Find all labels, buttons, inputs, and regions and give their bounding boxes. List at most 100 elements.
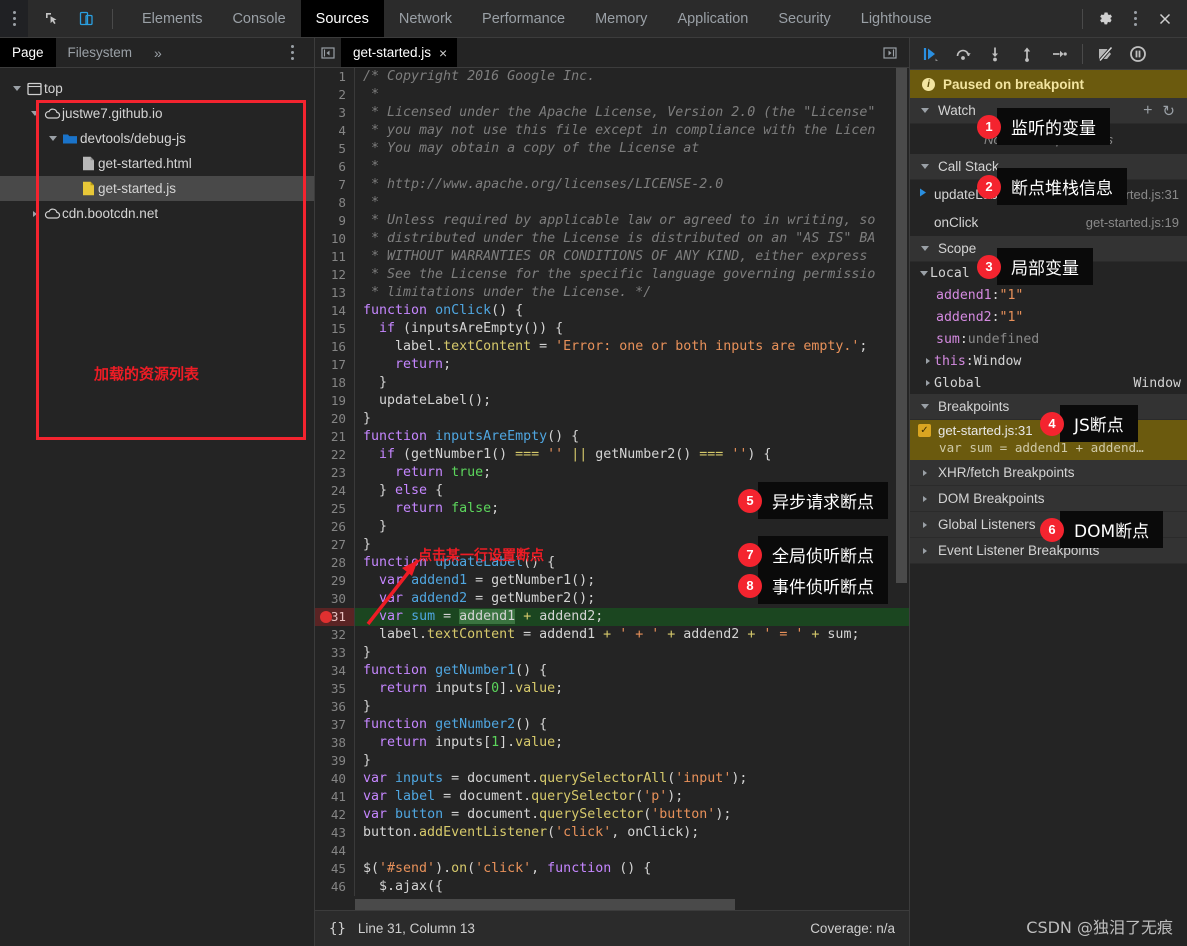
- tab-scroll-right-icon[interactable]: [877, 45, 903, 61]
- tree-item-get-started-js[interactable]: get-started.js: [0, 176, 314, 201]
- scope-local-header[interactable]: Local: [910, 262, 1187, 284]
- line-number[interactable]: 11: [315, 248, 355, 266]
- code-line[interactable]: 3 * Licensed under the Apache License, V…: [315, 104, 909, 122]
- line-number[interactable]: 45: [315, 860, 355, 878]
- line-number[interactable]: 21: [315, 428, 355, 446]
- line-number[interactable]: 1: [315, 68, 355, 86]
- line-number[interactable]: 41: [315, 788, 355, 806]
- code-line[interactable]: 35 return inputs[0].value;: [315, 680, 909, 698]
- tab-console[interactable]: Console: [217, 0, 300, 37]
- code-line[interactable]: 13 * limitations under the License. */: [315, 284, 909, 302]
- code-line[interactable]: 6 *: [315, 158, 909, 176]
- line-number[interactable]: 4: [315, 122, 355, 140]
- code-line[interactable]: 7 * http://www.apache.org/licenses/LICEN…: [315, 176, 909, 194]
- line-number[interactable]: 34: [315, 662, 355, 680]
- navigator-tab-page[interactable]: Page: [0, 38, 56, 67]
- line-number[interactable]: 16: [315, 338, 355, 356]
- breakpoints-section-header[interactable]: Breakpoints: [910, 394, 1187, 420]
- breakpoint-item[interactable]: ✓ get-started.js:31 var sum = addend1 + ad…: [910, 420, 1187, 460]
- code-line[interactable]: 44: [315, 842, 909, 860]
- code-line[interactable]: 12 * See the License for the specific la…: [315, 266, 909, 284]
- line-number[interactable]: 36: [315, 698, 355, 716]
- step-over-icon[interactable]: [948, 41, 978, 67]
- line-number[interactable]: 31: [315, 608, 355, 626]
- line-number[interactable]: 33: [315, 644, 355, 662]
- close-icon[interactable]: [1151, 5, 1179, 33]
- line-number[interactable]: 44: [315, 842, 355, 860]
- breakpoint-subsection-xhr-fetch-breakpoints[interactable]: XHR/fetch Breakpoints: [910, 460, 1187, 486]
- close-tab-icon[interactable]: ×: [439, 46, 447, 60]
- code-line[interactable]: 29 var addend1 = getNumber1();: [315, 572, 909, 590]
- code-line[interactable]: 34 function getNumber1() {: [315, 662, 909, 680]
- editor-horizontal-scrollbar[interactable]: [355, 899, 735, 910]
- line-number[interactable]: 12: [315, 266, 355, 284]
- code-line[interactable]: 20}: [315, 410, 909, 428]
- main-menu-button[interactable]: [0, 0, 28, 37]
- line-number[interactable]: 17: [315, 356, 355, 374]
- tab-memory[interactable]: Memory: [580, 0, 662, 37]
- line-number[interactable]: 40: [315, 770, 355, 788]
- code-line[interactable]: 40 var inputs = document.querySelectorAll…: [315, 770, 909, 788]
- code-line[interactable]: 25 return false;: [315, 500, 909, 518]
- navigator-menu-icon[interactable]: [278, 39, 306, 67]
- line-number[interactable]: 32: [315, 626, 355, 644]
- line-number[interactable]: 46: [315, 878, 355, 896]
- code-line[interactable]: 32 label.textContent = addend1 + ' + ' +…: [315, 626, 909, 644]
- step-into-icon[interactable]: [980, 41, 1010, 67]
- line-number[interactable]: 9: [315, 212, 355, 230]
- step-out-icon[interactable]: [1012, 41, 1042, 67]
- line-number[interactable]: 3: [315, 104, 355, 122]
- line-number[interactable]: 7: [315, 176, 355, 194]
- breakpoint-subsection-dom-breakpoints[interactable]: DOM Breakpoints: [910, 486, 1187, 512]
- editor-vertical-scrollbar[interactable]: [896, 68, 907, 583]
- line-number[interactable]: 10: [315, 230, 355, 248]
- code-line[interactable]: 41 var label = document.querySelector('p'…: [315, 788, 909, 806]
- tab-performance[interactable]: Performance: [467, 0, 580, 37]
- line-number[interactable]: 29: [315, 572, 355, 590]
- scope-variable[interactable]: this: Window: [910, 350, 1187, 372]
- code-line[interactable]: 37 function getNumber2() {: [315, 716, 909, 734]
- line-number[interactable]: 35: [315, 680, 355, 698]
- code-line[interactable]: 45 $('#send').on('click', function () {: [315, 860, 909, 878]
- line-number[interactable]: 19: [315, 392, 355, 410]
- code-line[interactable]: 8 *: [315, 194, 909, 212]
- line-number[interactable]: 14: [315, 302, 355, 320]
- line-number[interactable]: 18: [315, 374, 355, 392]
- code-line[interactable]: 30 var addend2 = getNumber2();: [315, 590, 909, 608]
- code-line[interactable]: 5 * You may obtain a copy of the License…: [315, 140, 909, 158]
- line-number[interactable]: 30: [315, 590, 355, 608]
- code-line[interactable]: 9 * Unless required by applicable law or…: [315, 212, 909, 230]
- refresh-watch-icon[interactable]: ↻: [1162, 102, 1175, 120]
- code-line[interactable]: 1 /* Copyright 2016 Google Inc.: [315, 68, 909, 86]
- tab-network[interactable]: Network: [384, 0, 467, 37]
- tree-item-justwe7-github-io[interactable]: justwe7.github.io: [0, 101, 314, 126]
- call-stack-frame[interactable]: onClick get-started.js:19: [910, 208, 1187, 236]
- scope-variable[interactable]: sum: undefined: [910, 328, 1187, 350]
- code-line[interactable]: 38 return inputs[1].value;: [315, 734, 909, 752]
- line-number[interactable]: 6: [315, 158, 355, 176]
- line-number[interactable]: 28: [315, 554, 355, 572]
- line-number[interactable]: 20: [315, 410, 355, 428]
- line-number[interactable]: 43: [315, 824, 355, 842]
- code-line[interactable]: 46 $.ajax({: [315, 878, 909, 896]
- code-line[interactable]: 16 label.textContent = 'Error: one or bo…: [315, 338, 909, 356]
- code-line[interactable]: 23 return true;: [315, 464, 909, 482]
- code-line[interactable]: 4 * you may not use this file except in …: [315, 122, 909, 140]
- navigator-more-tabs[interactable]: »: [144, 38, 172, 67]
- scope-variable[interactable]: addend2: "1": [910, 306, 1187, 328]
- tab-application[interactable]: Application: [662, 0, 763, 37]
- code-line[interactable]: 33}: [315, 644, 909, 662]
- tree-item-top[interactable]: top: [0, 76, 314, 101]
- line-number[interactable]: 22: [315, 446, 355, 464]
- line-number[interactable]: 5: [315, 140, 355, 158]
- watch-section-header[interactable]: Watch + ↻: [910, 98, 1187, 124]
- line-number[interactable]: 8: [315, 194, 355, 212]
- code-line[interactable]: 43 button.addEventListener('click', onCli…: [315, 824, 909, 842]
- code-line[interactable]: 27}: [315, 536, 909, 554]
- editor-file-tab[interactable]: get-started.js ×: [341, 38, 458, 67]
- code-line[interactable]: 24 } else {: [315, 482, 909, 500]
- inspect-icon[interactable]: [38, 5, 66, 33]
- breakpoint-subsection-event-listener-breakpoints[interactable]: Event Listener Breakpoints: [910, 538, 1187, 564]
- code-line[interactable]: 28 function updateLabel() {: [315, 554, 909, 572]
- scope-section-header[interactable]: Scope: [910, 236, 1187, 262]
